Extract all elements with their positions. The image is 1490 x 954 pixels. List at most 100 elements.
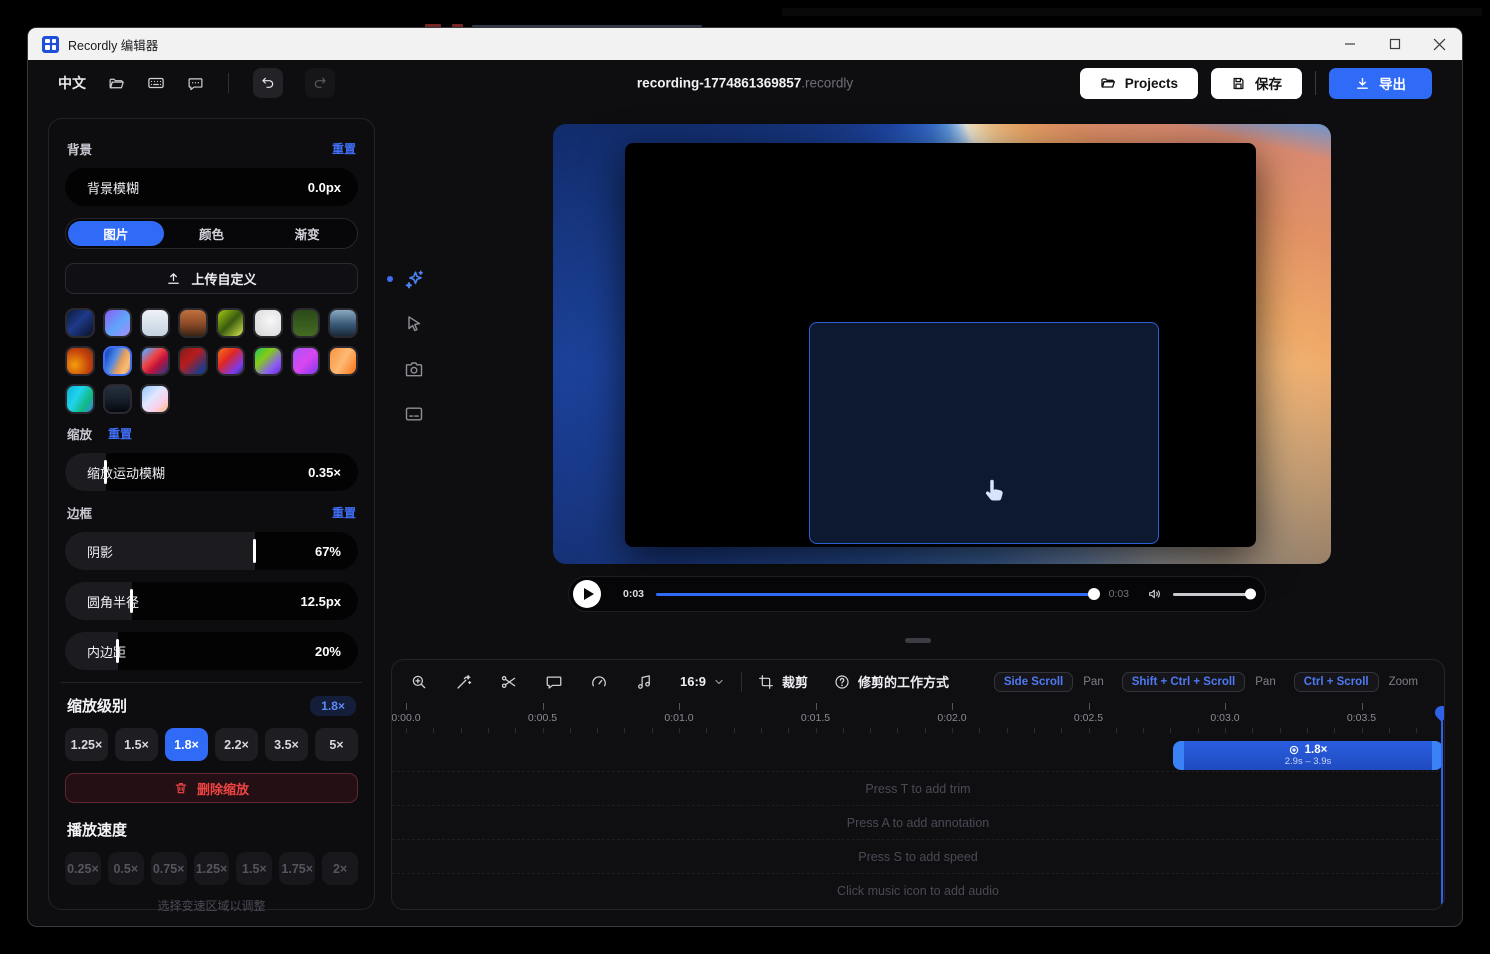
playback-speed-option[interactable]: 1.75×	[279, 852, 315, 885]
export-button[interactable]: 导出	[1329, 68, 1432, 99]
timeline-zoom-region[interactable]: 1.8× 2.9s – 3.9s	[1173, 741, 1443, 770]
language-button[interactable]: 中文	[58, 73, 86, 93]
seek-bar[interactable]	[656, 593, 1097, 596]
redo-button[interactable]	[305, 68, 335, 98]
wallpaper-thumbnail[interactable]	[291, 346, 321, 376]
timeline-panel: 16:9 裁剪 修剪的工作方式 Side ScrollPanShift + Ct…	[391, 659, 1445, 910]
app-window: Recordly 编辑器 中文	[28, 28, 1462, 926]
app-toolbar: 中文 recording-1774861369857.recordly	[28, 60, 1462, 106]
play-button[interactable]	[573, 580, 601, 608]
volume-slider[interactable]	[1173, 593, 1255, 596]
wallpaper-thumbnail[interactable]	[178, 308, 208, 338]
caption-tool-button[interactable]	[400, 400, 428, 428]
border-slider[interactable]: 圆角半径12.5px	[65, 582, 358, 620]
camera-icon	[404, 359, 424, 379]
background-tab[interactable]: 颜色	[164, 221, 260, 246]
timeline-lane[interactable]: Press S to add speed	[392, 839, 1444, 873]
playback-speed-option[interactable]: 0.75×	[151, 852, 187, 885]
playback-speed-option[interactable]: 2×	[322, 852, 358, 885]
zoom-motion-blur-label: 缩放运动模糊	[87, 463, 165, 482]
seek-handle[interactable]	[1088, 588, 1100, 600]
background-reset-link[interactable]: 重置	[332, 140, 356, 157]
wallpaper-thumbnail[interactable]	[140, 308, 170, 338]
screenshot-tool-button[interactable]	[400, 355, 428, 383]
ruler-tick	[952, 703, 953, 710]
wallpaper-thumbnail[interactable]	[253, 308, 283, 338]
scissors-icon[interactable]	[500, 673, 518, 691]
upload-custom-button[interactable]: 上传自定义	[65, 263, 358, 294]
feedback-chat-icon[interactable]	[187, 75, 204, 92]
save-button[interactable]: 保存	[1211, 68, 1302, 99]
crop-icon	[758, 674, 774, 690]
wallpaper-thumbnail[interactable]	[103, 384, 133, 414]
wallpaper-thumbnail[interactable]	[140, 346, 170, 376]
timeline-lane[interactable]: Press A to add annotation	[392, 805, 1444, 839]
crop-button[interactable]: 裁剪	[758, 672, 808, 691]
wallpaper-thumbnail[interactable]	[178, 346, 208, 376]
cursor-tool-button[interactable]	[400, 310, 428, 338]
zoom-level-title: 缩放级别	[67, 695, 127, 716]
open-folder-icon[interactable]	[108, 75, 125, 92]
wallpaper-thumbnail[interactable]	[103, 308, 133, 338]
background-blur-slider[interactable]: 背景模糊 0.0px	[65, 168, 358, 206]
volume-icon[interactable]	[1147, 586, 1163, 602]
maximize-button[interactable]	[1372, 28, 1417, 60]
wallpaper-thumbnail[interactable]	[328, 308, 358, 338]
zoom-motion-blur-slider[interactable]: 缩放运动模糊 0.35×	[65, 453, 358, 491]
background-tab[interactable]: 图片	[68, 221, 164, 246]
zoom-level-option[interactable]: 1.8×	[165, 728, 208, 761]
playback-speed-option[interactable]: 1.25×	[194, 852, 230, 885]
timeline-ruler[interactable]: 0:00.00:00.50:01.00:01.50:02.00:02.50:03…	[392, 703, 1444, 733]
slider-label: 阴影	[87, 542, 113, 561]
speed-gauge-icon[interactable]	[590, 673, 608, 691]
border-reset-link[interactable]: 重置	[332, 504, 356, 521]
volume-handle[interactable]	[1245, 589, 1256, 600]
tool-rail	[399, 265, 429, 445]
speed-hint: 选择变速区域以调整	[65, 897, 358, 914]
region-left-handle[interactable]	[1173, 741, 1184, 770]
aspect-ratio-dropdown[interactable]: 16:9	[680, 674, 725, 689]
wallpaper-thumbnail[interactable]	[216, 346, 246, 376]
keyboard-icon[interactable]	[147, 74, 165, 92]
timeline-lane[interactable]: Click music icon to add audio	[392, 873, 1444, 907]
wallpaper-thumbnail[interactable]	[65, 308, 95, 338]
video-preview[interactable]	[553, 124, 1331, 564]
effects-tool-button[interactable]	[400, 265, 428, 293]
wallpaper-thumbnail[interactable]	[291, 308, 321, 338]
zoom-reset-link[interactable]: 重置	[108, 425, 132, 442]
delete-zoom-button[interactable]: 删除缩放	[65, 773, 358, 803]
close-button[interactable]	[1417, 28, 1462, 60]
undo-button[interactable]	[253, 68, 283, 98]
zoom-level-option[interactable]: 5×	[315, 728, 358, 761]
wallpaper-thumbnail[interactable]	[140, 384, 170, 414]
timeline-lane[interactable]: Press T to add trim	[392, 771, 1444, 805]
music-icon[interactable]	[635, 673, 653, 691]
border-slider[interactable]: 阴影67%	[65, 532, 358, 570]
zoom-level-option[interactable]: 2.2×	[215, 728, 258, 761]
magic-wand-icon[interactable]	[455, 673, 473, 691]
annotation-icon[interactable]	[545, 673, 563, 691]
wallpaper-thumbnail[interactable]	[328, 346, 358, 376]
wallpaper-thumbnail[interactable]	[216, 308, 246, 338]
border-slider[interactable]: 内边距20%	[65, 632, 358, 670]
minimize-button[interactable]	[1327, 28, 1372, 60]
zoom-level-option[interactable]: 1.25×	[65, 728, 108, 761]
zoom-level-option[interactable]: 3.5×	[265, 728, 308, 761]
panel-resize-handle[interactable]	[905, 638, 931, 643]
playback-speed-option[interactable]: 0.25×	[65, 852, 101, 885]
toolbar-divider	[1315, 71, 1316, 95]
playhead[interactable]	[1441, 706, 1443, 908]
background-tab[interactable]: 渐变	[259, 221, 355, 246]
projects-button[interactable]: Projects	[1080, 68, 1198, 99]
wallpaper-thumbnail[interactable]	[65, 384, 95, 414]
slider-value: 20%	[315, 644, 341, 659]
playback-speed-option[interactable]: 1.5×	[236, 852, 272, 885]
trim-help-button[interactable]: 修剪的工作方式	[834, 672, 949, 691]
zoom-level-option[interactable]: 1.5×	[115, 728, 158, 761]
playback-speed-option[interactable]: 0.5×	[108, 852, 144, 885]
wallpaper-thumbnail[interactable]	[103, 346, 133, 376]
zoom-selection-box[interactable]	[809, 322, 1159, 544]
zoom-in-icon[interactable]	[410, 673, 428, 691]
wallpaper-thumbnail[interactable]	[65, 346, 95, 376]
wallpaper-thumbnail[interactable]	[253, 346, 283, 376]
